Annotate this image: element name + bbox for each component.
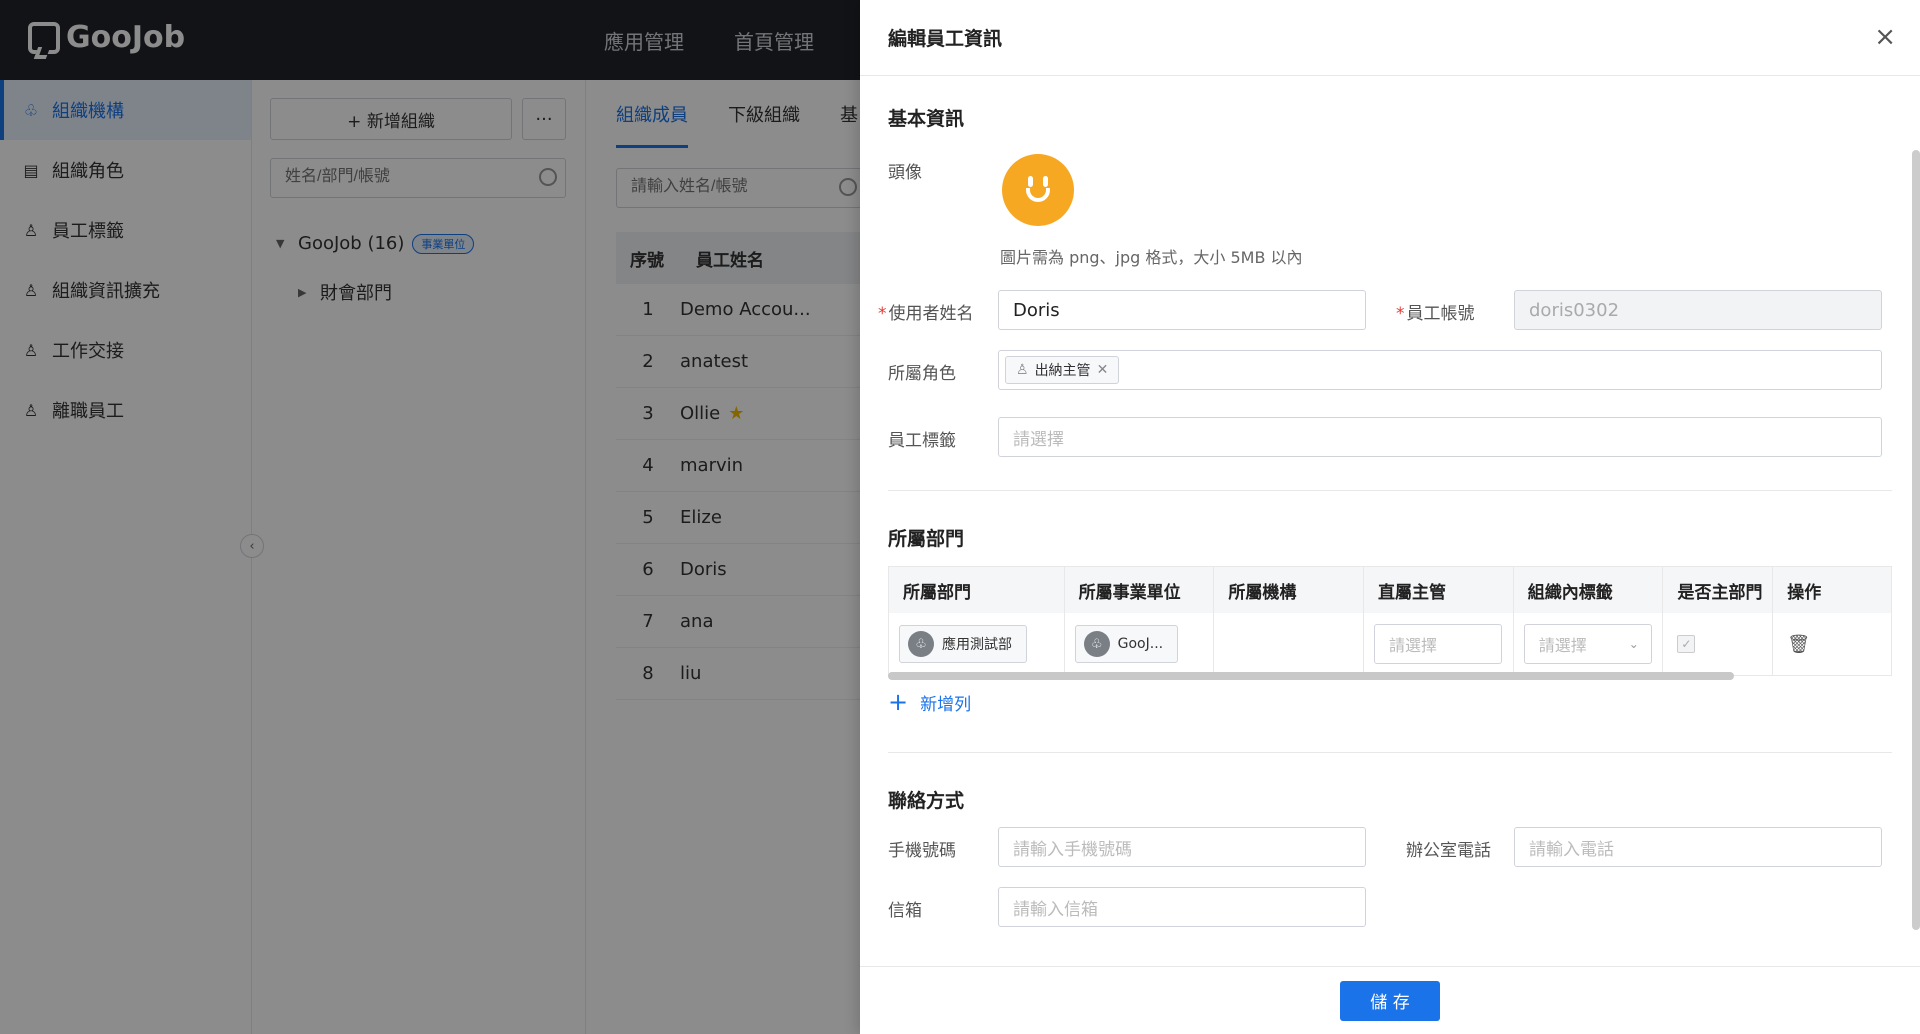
email-label: 信箱 <box>888 901 922 921</box>
avatar[interactable] <box>1002 154 1074 226</box>
dept-table: 所屬部門 所屬事業單位 所屬機構 直屬主管 組織內標籤 是否主部門 操作 ♧ 應… <box>888 566 1892 676</box>
save-button[interactable]: 儲 存 <box>1340 980 1440 1021</box>
delete-icon[interactable]: 🗑 <box>1787 634 1810 655</box>
close-icon[interactable]: × <box>1874 24 1896 50</box>
drawer-title: 編輯員工資訊 <box>888 28 1003 50</box>
col-header-org-tag: 組織內標籤 <box>1514 567 1664 613</box>
plus-icon: + <box>888 688 909 716</box>
account-label: * 員工帳號 <box>1396 299 1475 324</box>
username-label-text: 使用者姓名 <box>888 304 974 324</box>
office-phone-input[interactable]: 請輸入電話 <box>1514 827 1882 867</box>
drawer-header: 編輯員工資訊 × <box>860 0 1920 76</box>
dept-cell: ♧ 應用測試部 <box>889 613 1065 675</box>
chevron-down-icon: ⌄ <box>1628 637 1639 651</box>
org-tag-select[interactable]: 請選擇 ⌄ <box>1523 624 1652 664</box>
col-header-main-dept: 是否主部門 <box>1663 567 1774 613</box>
org-icon: ♧ <box>908 631 934 657</box>
section-title-basic: 基本資訊 <box>888 108 965 130</box>
avatar-mouth <box>1026 188 1050 202</box>
org-tag-placeholder: 請選擇 <box>1538 636 1587 655</box>
col-header-manager: 直屬主管 <box>1364 567 1514 613</box>
required-mark: * <box>1396 304 1405 324</box>
section-title-dept: 所屬部門 <box>888 528 965 550</box>
remove-tag-icon[interactable]: ✕ <box>1097 362 1109 378</box>
unit-chip[interactable]: ♧ GooJ... <box>1074 625 1179 663</box>
avatar-eye <box>1043 176 1048 187</box>
role-label: 所屬角色 <box>888 364 956 384</box>
role-tag-label: 出納主管 <box>1034 363 1091 379</box>
drawer-footer: 儲 存 <box>860 966 1920 1034</box>
person-icon: ♙ <box>1016 362 1029 378</box>
dept-chip[interactable]: ♧ 應用測試部 <box>899 625 1027 663</box>
col-header-dept: 所屬部門 <box>889 567 1065 613</box>
org-icon: ♧ <box>1083 631 1110 657</box>
section-title-contact: 聯絡方式 <box>888 790 965 812</box>
org-cell <box>1214 613 1365 675</box>
unit-chip-label: GooJ... <box>1117 636 1164 652</box>
edit-employee-drawer: 編輯員工資訊 × 基本資訊 頭像 圖片需為 png、jpg 格式，大小 5MB … <box>860 0 1920 1034</box>
username-field[interactable]: Doris <box>998 290 1366 330</box>
manager-select[interactable]: 請選擇 <box>1374 624 1503 664</box>
drawer-body: 基本資訊 頭像 圖片需為 png、jpg 格式，大小 5MB 以內 * 使用者姓名… <box>860 76 1920 966</box>
email-input[interactable]: 請輸入信箱 <box>998 887 1366 927</box>
manager-cell: 請選擇 <box>1364 613 1514 675</box>
add-row-label: 新增列 <box>920 694 972 715</box>
main-dept-cell: ✓ <box>1663 613 1774 675</box>
table-row: ♧ 應用測試部 ♧ GooJ... 請選擇 請選擇 ⌄ ✓ 🗑 <box>889 613 1891 675</box>
dept-chip-label: 應用測試部 <box>942 637 1012 653</box>
phone-label: 手機號碼 <box>888 841 956 861</box>
org-tag-cell: 請選擇 ⌄ <box>1514 613 1664 675</box>
unit-cell: ♧ GooJ... <box>1065 613 1215 675</box>
col-header-org: 所屬機構 <box>1214 567 1365 613</box>
avatar-label: 頭像 <box>888 163 922 183</box>
employee-tag-label: 員工標籤 <box>888 431 956 451</box>
account-label-text: 員工帳號 <box>1406 304 1475 324</box>
dept-table-header: 所屬部門 所屬事業單位 所屬機構 直屬主管 組織內標籤 是否主部門 操作 <box>889 567 1891 613</box>
modal-overlay[interactable] <box>0 0 860 1034</box>
avatar-hint: 圖片需為 png、jpg 格式，大小 5MB 以內 <box>1000 248 1303 267</box>
avatar-eye <box>1028 176 1033 187</box>
actions-cell: 🗑 <box>1773 613 1891 675</box>
office-phone-label: 辦公室電話 <box>1406 841 1491 861</box>
username-label: * 使用者姓名 <box>878 299 974 324</box>
horizontal-scrollbar[interactable] <box>888 672 1734 680</box>
vertical-scrollbar[interactable] <box>1912 150 1920 930</box>
phone-input[interactable]: 請輸入手機號碼 <box>998 827 1366 867</box>
col-header-unit: 所屬事業單位 <box>1065 567 1215 613</box>
employee-tag-select[interactable]: 請選擇 <box>998 417 1882 457</box>
role-select[interactable]: ♙ 出納主管 ✕ <box>998 350 1882 390</box>
col-header-actions: 操作 <box>1787 582 1822 603</box>
required-mark: * <box>878 304 887 324</box>
role-tag: ♙ 出納主管 ✕ <box>1005 356 1120 384</box>
account-field: doris0302 <box>1514 290 1882 330</box>
divider <box>888 752 1892 753</box>
main-dept-checkbox[interactable]: ✓ <box>1677 635 1696 653</box>
divider <box>888 490 1892 491</box>
add-row-button[interactable]: + 新增列 <box>888 688 971 716</box>
